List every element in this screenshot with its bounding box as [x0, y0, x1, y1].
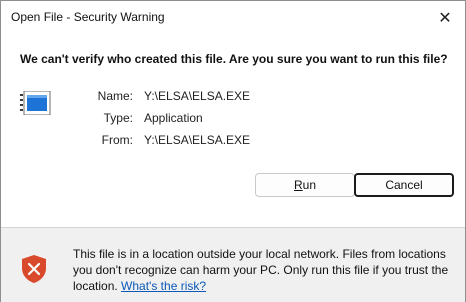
run-button[interactable]: Run: [255, 173, 355, 197]
from-value: Y:\ELSA\ELSA.EXE: [144, 133, 251, 147]
name-value: Y:\ELSA\ELSA.EXE: [144, 89, 251, 103]
run-label-rest: un: [302, 178, 317, 192]
close-icon: ✕: [438, 9, 452, 27]
run-label: Run: [294, 178, 316, 192]
warning-shield-icon: [22, 255, 46, 283]
footer-warning: This file is in a location outside your …: [1, 227, 465, 302]
window-title: Open File - Security Warning: [11, 10, 165, 24]
security-warning-dialog: Open File - Security Warning ✕ We can't …: [0, 0, 466, 302]
warning-question: We can't verify who created this file. A…: [20, 52, 448, 66]
name-label: Name:: [97, 89, 133, 103]
type-label: Type:: [103, 111, 133, 125]
cancel-button[interactable]: Cancel: [354, 173, 454, 197]
cancel-label: Cancel: [385, 178, 423, 192]
from-label: From:: [101, 133, 133, 147]
footer-message: This file is in a location outside your …: [73, 246, 453, 294]
type-value: Application: [144, 111, 203, 125]
whats-the-risk-link[interactable]: What's the risk?: [121, 279, 206, 293]
title-bar: Open File - Security Warning ✕: [1, 1, 465, 34]
run-accelerator: R: [293, 178, 303, 192]
close-button[interactable]: ✕: [425, 1, 465, 34]
